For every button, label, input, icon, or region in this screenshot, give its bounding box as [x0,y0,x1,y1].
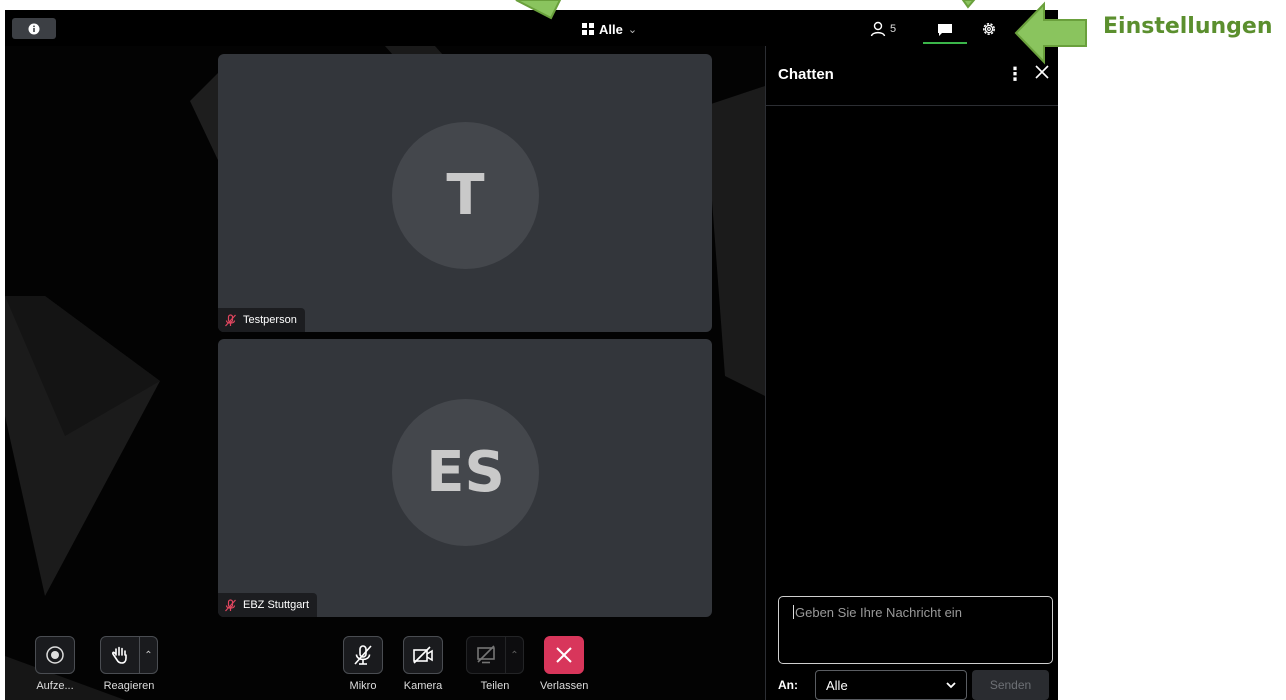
screenshot: Alle ⌄ 5 T Testperson ES EBZ Stuttgart A… [0,0,1286,700]
arrow-icon [1014,1,1087,65]
annotation-arrows [515,0,1087,65]
settings-annotation-label: Einstellungen [1103,14,1273,39]
arrow-icon [515,0,562,20]
arrow-icon [961,0,976,9]
